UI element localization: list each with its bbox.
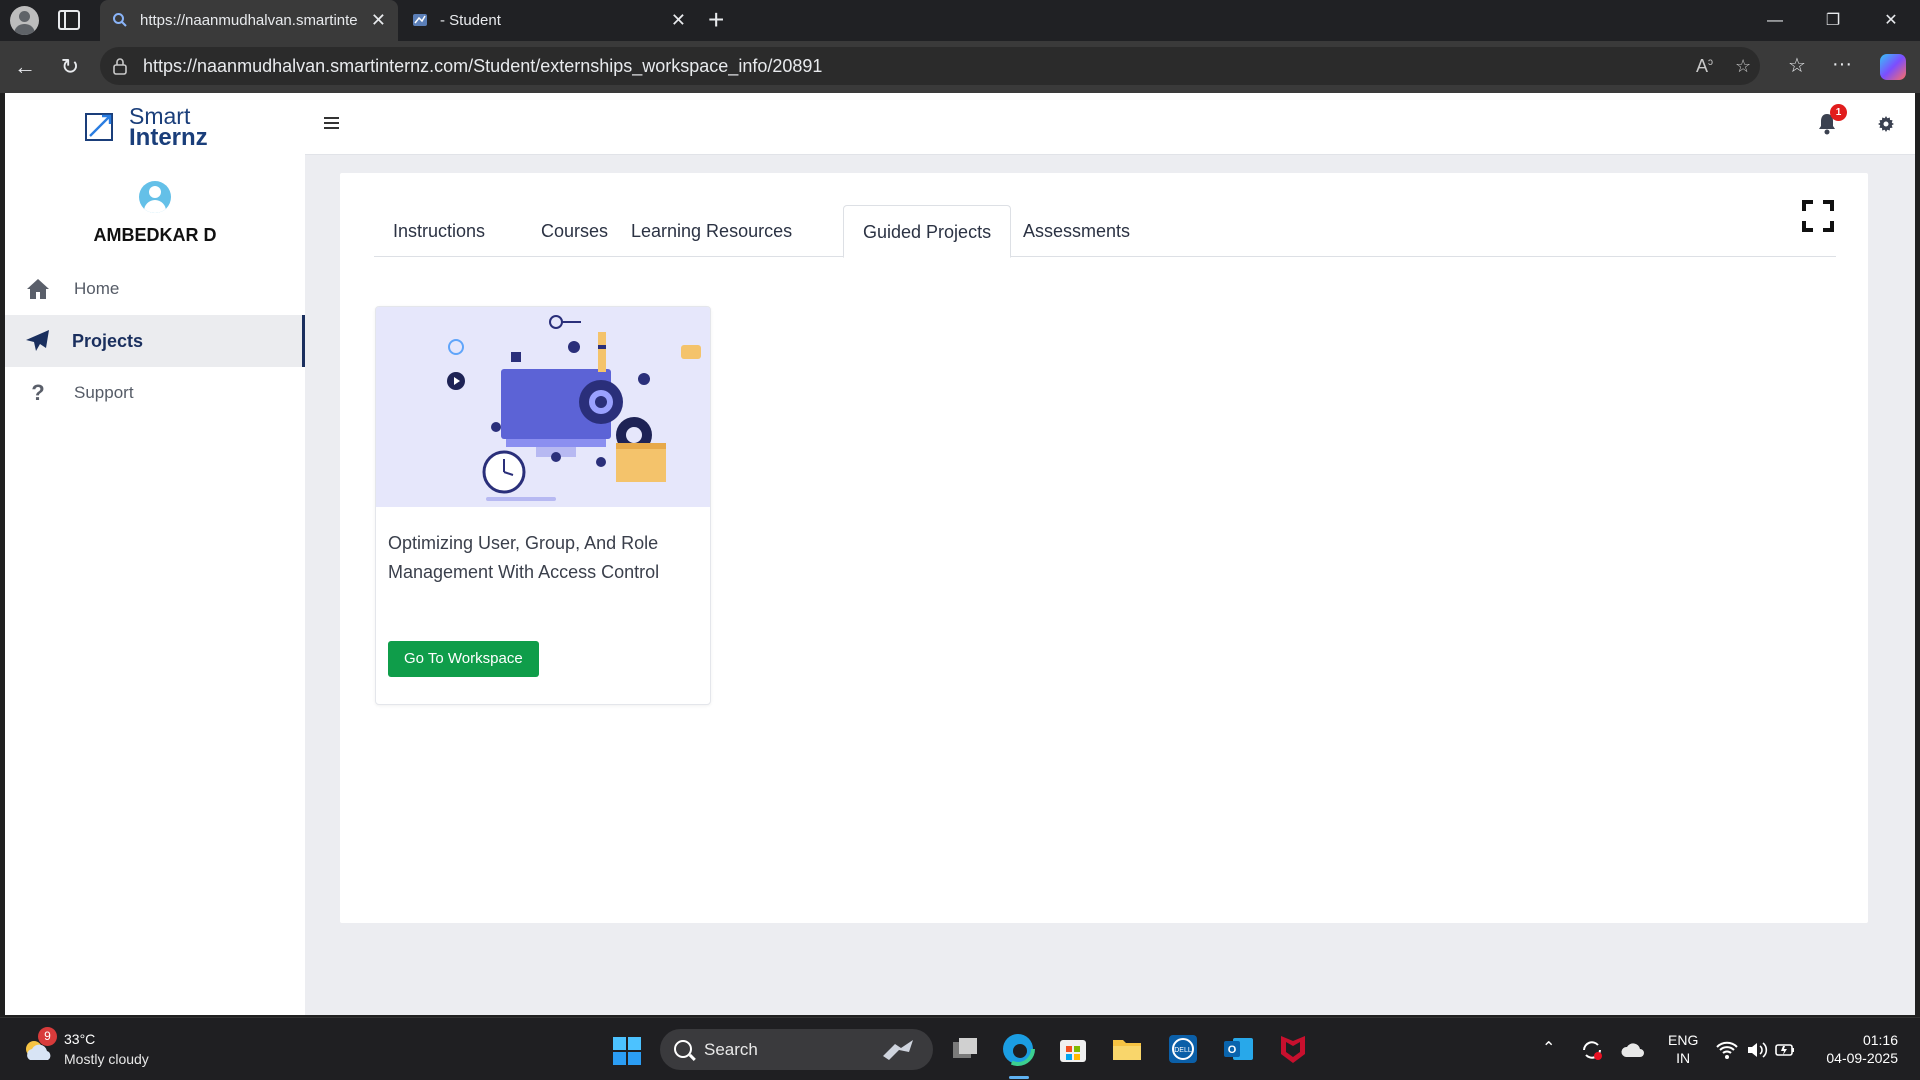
restore-icon[interactable]: ❐ <box>1804 0 1862 41</box>
project-title: Optimizing User, Group, And Role Managem… <box>388 533 660 582</box>
svg-text:DELL: DELL <box>1174 1047 1192 1054</box>
weather-badge: 9 <box>38 1027 57 1046</box>
file-explorer-icon[interactable] <box>1110 1032 1144 1066</box>
url-text: https://naanmudhalvan.smartinternz.com/S… <box>143 56 823 76</box>
sidebar-item-projects[interactable]: Projects <box>5 315 305 367</box>
tab-guided-projects[interactable]: Guided Projects <box>843 205 1012 258</box>
read-aloud-icon[interactable]: Aↄ <box>1696 56 1713 77</box>
weather-temperature[interactable]: 33°C <box>64 1031 95 1047</box>
more-options-icon[interactable]: ··· <box>1832 53 1852 76</box>
workspace-tabs: Instructions Courses Learning Resources … <box>374 205 1836 258</box>
tab-title: - Student <box>440 12 501 29</box>
minimize-icon[interactable]: — <box>1746 0 1804 41</box>
copilot-icon[interactable] <box>1880 54 1906 80</box>
language-indicator[interactable]: ENG IN <box>1668 1031 1698 1067</box>
hamburger-menu-icon[interactable] <box>324 117 339 129</box>
close-tab-icon[interactable]: ✕ <box>371 0 386 41</box>
tab-actions-icon[interactable] <box>58 10 80 30</box>
clock-date: 04-09-2025 <box>1826 1050 1898 1066</box>
address-bar[interactable]: https://naanmudhalvan.smartinternz.com/S… <box>100 47 1760 85</box>
sidebar-item-home[interactable]: Home <box>5 263 305 315</box>
language-code: ENG <box>1668 1032 1699 1048</box>
tab-instructions[interactable]: Instructions <box>374 205 504 257</box>
user-name: AMBEDKAR D <box>93 225 217 245</box>
edge-browser-icon[interactable] <box>1001 1032 1035 1066</box>
user-avatar-icon[interactable] <box>139 181 171 213</box>
search-highlight-icon <box>883 1040 913 1060</box>
clock-time: 01:16 <box>1862 1032 1898 1048</box>
tab-assessments[interactable]: Assessments <box>1004 205 1149 257</box>
logo-text-internz: Internz <box>129 124 208 151</box>
taskbar-search[interactable]: Search <box>660 1029 933 1070</box>
sidebar-item-label: Home <box>74 279 120 298</box>
home-icon <box>27 279 49 299</box>
show-hidden-icons-icon[interactable]: ⌃ <box>1542 1038 1555 1058</box>
browser-tabstrip: https://naanmudhalvan.smartinternz.com/S… <box>0 0 1920 41</box>
wifi-icon[interactable] <box>1716 1040 1738 1060</box>
battery-icon[interactable] <box>1774 1040 1796 1060</box>
region-code: IN <box>1676 1050 1691 1066</box>
close-tab-icon[interactable]: ✕ <box>671 0 686 41</box>
notification-badge: 1 <box>1830 104 1847 121</box>
lock-icon[interactable] <box>112 57 128 75</box>
web-page: Smart Internz AMBEDKAR D Home Projects ?… <box>5 93 1915 1015</box>
smartinternz-logo[interactable]: Smart Internz <box>83 105 223 151</box>
fullscreen-icon[interactable] <box>1802 200 1834 232</box>
project-card: Optimizing User, Group, And Role Managem… <box>375 306 711 705</box>
site-favicon-icon <box>413 14 427 26</box>
question-icon: ? <box>31 380 45 405</box>
weather-condition[interactable]: Mostly cloudy <box>64 1051 149 1067</box>
project-illustration <box>376 307 710 507</box>
browser-toolbar: ← ↻ https://naanmudhalvan.smartinternz.c… <box>0 41 1920 93</box>
sidebar-item-label: Projects <box>72 331 144 351</box>
search-icon <box>674 1040 692 1058</box>
system-clock[interactable]: 01:16 04-09-2025 <box>1818 1031 1898 1067</box>
sync-alert-icon[interactable] <box>1580 1038 1604 1062</box>
refresh-icon[interactable]: ↻ <box>56 53 84 81</box>
sidebar: Smart Internz AMBEDKAR D Home Projects ?… <box>5 93 305 1015</box>
logo-mark-icon <box>85 113 113 141</box>
windows-taskbar: 9 33°C Mostly cloudy Search DELL O ⌃ ENG… <box>0 1017 1920 1080</box>
svg-text:O: O <box>1228 1044 1237 1056</box>
new-tab-icon[interactable]: + <box>708 2 724 38</box>
browser-tab[interactable]: - Student ✕ <box>400 0 698 41</box>
close-window-icon[interactable]: ✕ <box>1862 0 1920 41</box>
dell-icon[interactable]: DELL <box>1166 1032 1200 1066</box>
sidebar-item-support[interactable]: ? Support <box>5 367 305 419</box>
active-app-indicator <box>1009 1076 1029 1079</box>
back-icon[interactable]: ← <box>11 53 39 81</box>
gear-icon[interactable] <box>1878 116 1894 132</box>
paper-plane-icon <box>26 330 49 351</box>
go-to-workspace-button[interactable]: Go To Workspace <box>388 641 539 677</box>
browser-tab-active[interactable]: https://naanmudhalvan.smartinternz.com/S… <box>100 0 398 41</box>
tab-learning-resources[interactable]: Learning Resources <box>612 205 811 257</box>
favorite-star-icon[interactable]: ☆ <box>1735 56 1751 77</box>
volume-icon[interactable] <box>1746 1040 1768 1060</box>
microsoft-store-icon[interactable] <box>1056 1032 1090 1066</box>
favorites-icon[interactable]: ☆ <box>1788 53 1806 78</box>
profile-avatar-icon[interactable] <box>10 6 39 35</box>
windows-start-icon[interactable] <box>612 1036 642 1066</box>
tab-title: https://naanmudhalvan.smartinternz.com/S… <box>140 12 358 29</box>
project-panel: Instructions Courses Learning Resources … <box>340 173 1868 923</box>
task-view-icon[interactable] <box>948 1032 982 1066</box>
sidebar-item-label: Support <box>74 383 134 402</box>
onedrive-cloud-icon[interactable] <box>1620 1040 1646 1060</box>
mcafee-icon[interactable] <box>1276 1032 1310 1066</box>
search-placeholder: Search <box>704 1040 758 1059</box>
outlook-icon[interactable]: O <box>1221 1032 1255 1066</box>
search-favicon-icon <box>113 13 127 27</box>
top-header: 1 <box>305 93 1915 155</box>
